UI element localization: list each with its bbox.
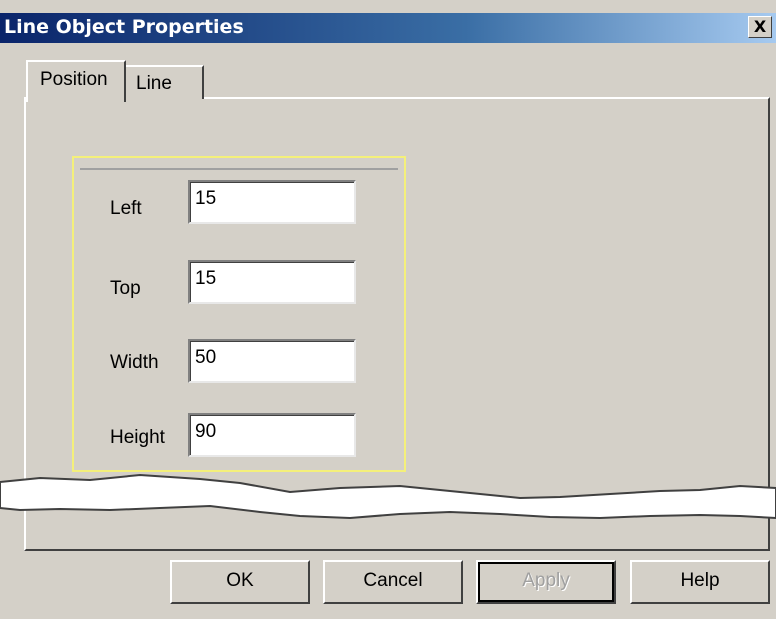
close-icon: X: [753, 17, 767, 36]
tab-position[interactable]: Position: [26, 60, 126, 102]
top-input[interactable]: 15: [188, 260, 356, 304]
torn-edge-divider: [0, 473, 776, 520]
height-label: Height: [110, 427, 165, 448]
tab-line[interactable]: Line: [124, 65, 204, 99]
width-input[interactable]: 50: [188, 339, 356, 383]
window-title: Line Object Properties: [4, 16, 244, 38]
close-button[interactable]: X: [748, 16, 772, 38]
tab-line-label: Line: [136, 73, 172, 94]
height-input[interactable]: 90: [188, 413, 356, 457]
title-bar[interactable]: Line Object Properties X: [0, 13, 776, 43]
apply-button[interactable]: Apply: [476, 560, 616, 604]
width-label: Width: [110, 352, 159, 373]
groupbox-divider: [80, 168, 398, 170]
help-button[interactable]: Help: [630, 560, 770, 604]
cancel-button[interactable]: Cancel: [323, 560, 463, 604]
line-object-properties-dialog: Line Object Properties X Position Line L…: [0, 0, 776, 619]
left-input[interactable]: 15: [188, 180, 356, 224]
ok-button[interactable]: OK: [170, 560, 310, 604]
left-label: Left: [110, 198, 142, 219]
tab-position-label: Position: [40, 69, 108, 90]
top-label: Top: [110, 278, 141, 299]
